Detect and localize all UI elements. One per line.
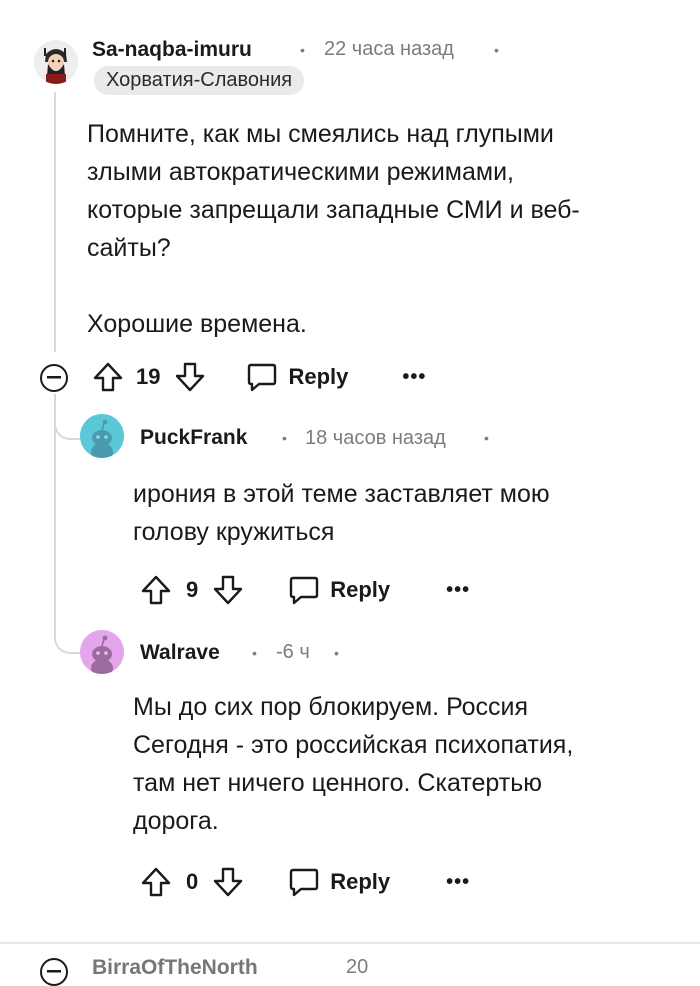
reply-label: Reply [288, 364, 349, 389]
comment-author[interactable]: PuckFrank [140, 426, 247, 450]
meta-separator: • [282, 430, 287, 446]
downvote-button[interactable] [212, 574, 244, 606]
comment-timestamp: -6 ч [276, 641, 310, 663]
comment-body: ирония в этой теме заставляет мою голову… [133, 480, 550, 546]
upvote-button[interactable] [140, 574, 172, 606]
reply-icon [290, 576, 319, 605]
comment-timestamp: 18 часов назад [305, 427, 446, 449]
comment-author[interactable]: Walrave [140, 641, 220, 665]
reply-icon [248, 363, 277, 392]
collapse-button[interactable] [40, 364, 68, 392]
snoo-avatar-icon [80, 414, 124, 458]
comment-author[interactable]: BirraOfTheNorth [92, 956, 258, 980]
upvote-button[interactable] [92, 361, 124, 393]
meta-separator: • [484, 430, 489, 446]
user-flair: Хорватия-Славония [94, 66, 305, 95]
more-options-button[interactable]: ••• [446, 871, 470, 894]
downvote-icon [214, 867, 243, 897]
collapse-icon [47, 376, 61, 379]
upvote-icon [141, 575, 171, 605]
meta-separator: • [300, 42, 305, 58]
more-options-button[interactable]: ••• [402, 366, 426, 389]
avatar-character-icon [34, 40, 78, 84]
collapse-button[interactable] [40, 958, 68, 986]
comment-actions: 9 Reply ••• [140, 570, 470, 610]
reply-button[interactable]: Reply [246, 362, 348, 392]
comment-actions: 19 Reply ••• [92, 357, 426, 397]
downvote-icon [214, 575, 243, 605]
reply-label: Reply [330, 577, 391, 602]
comment-body: Мы до сих пор блокируем. Россия Сегодня … [133, 693, 574, 835]
upvote-icon [141, 867, 171, 897]
vote-count: 19 [136, 364, 161, 389]
comment-divider [0, 942, 700, 944]
thread-elbow-2 [54, 606, 82, 654]
downvote-button[interactable] [212, 866, 244, 898]
comment-timestamp: 22 часа назад [324, 38, 454, 60]
avatar[interactable] [80, 630, 124, 674]
comment-actions: 0 Reply ••• [140, 862, 470, 902]
upvote-icon [93, 362, 123, 392]
reply-label: Reply [330, 869, 391, 894]
snoo-avatar-icon [80, 630, 124, 674]
vote-count: 0 [186, 869, 199, 894]
downvote-button[interactable] [174, 361, 206, 393]
reply-button[interactable]: Reply [288, 867, 390, 897]
downvote-icon [176, 362, 205, 392]
reply-icon [290, 868, 319, 897]
avatar[interactable] [34, 40, 78, 84]
thread-line-main [54, 92, 56, 352]
vote-count: 9 [186, 577, 199, 602]
reply-button[interactable]: Reply [288, 575, 390, 605]
upvote-button[interactable] [140, 866, 172, 898]
meta-separator: • [494, 42, 499, 58]
meta-separator: • [334, 645, 339, 661]
collapse-icon [47, 970, 61, 973]
avatar[interactable] [80, 414, 124, 458]
comment-body: Помните, как мы смеялись над глупыми злы… [87, 120, 580, 338]
comment-author[interactable]: Sa-naqba-imuru [92, 38, 252, 62]
thread-elbow-1 [54, 394, 82, 440]
more-options-button[interactable]: ••• [446, 579, 470, 602]
meta-separator: • [252, 645, 257, 661]
